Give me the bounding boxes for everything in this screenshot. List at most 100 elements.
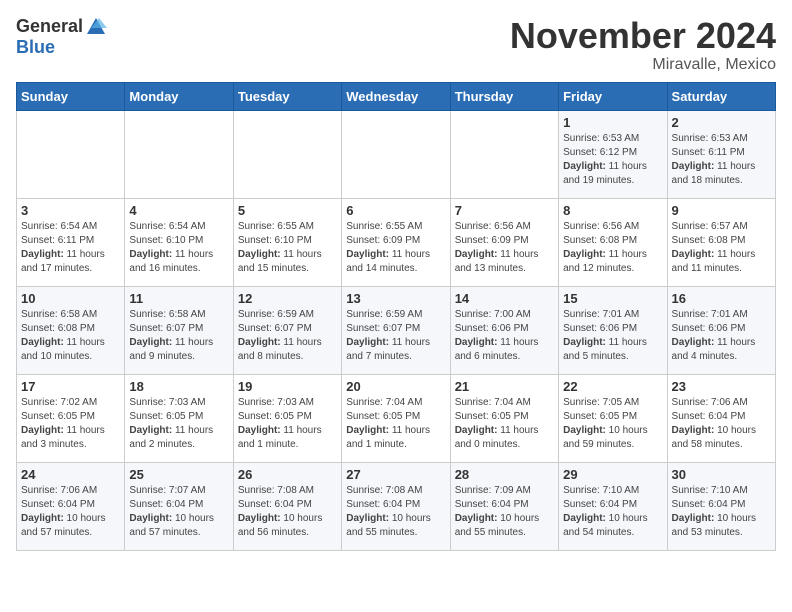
calendar-week-row: 24 Sunrise: 7:06 AMSunset: 6:04 PMDayligh… [17, 462, 776, 550]
day-info: Sunrise: 6:53 AMSunset: 6:11 PMDaylight:… [672, 132, 771, 188]
weekday-header: Friday [559, 82, 667, 110]
calendar-cell: 29 Sunrise: 7:10 AMSunset: 6:04 PMDayligh… [559, 462, 667, 550]
logo: General Blue [16, 16, 107, 58]
day-number: 12 [238, 291, 337, 306]
day-info: Sunrise: 7:03 AMSunset: 6:05 PMDaylight:… [129, 396, 228, 452]
day-info: Sunrise: 6:59 AMSunset: 6:07 PMDaylight:… [346, 308, 445, 364]
calendar-week-row: 3Sunrise: 6:54 AMSunset: 6:11 PMDaylight… [17, 198, 776, 286]
calendar-body: 1 Sunrise: 6:53 AMSunset: 6:12 PMDaylight… [17, 110, 776, 550]
calendar-cell: 5Sunrise: 6:55 AMSunset: 6:10 PMDaylight… [233, 198, 341, 286]
day-number: 2 [672, 115, 771, 130]
calendar-cell: 9Sunrise: 6:57 AMSunset: 6:08 PMDaylight… [667, 198, 775, 286]
logo-icon [85, 16, 107, 38]
calendar-cell: 14 Sunrise: 7:00 AMSunset: 6:06 PMDayligh… [450, 286, 558, 374]
day-number: 16 [672, 291, 771, 306]
day-info: Sunrise: 7:05 AMSunset: 6:05 PMDaylight:… [563, 396, 662, 452]
calendar-cell: 23 Sunrise: 7:06 AMSunset: 6:04 PMDayligh… [667, 374, 775, 462]
calendar-week-row: 1 Sunrise: 6:53 AMSunset: 6:12 PMDaylight… [17, 110, 776, 198]
calendar-table: SundayMondayTuesdayWednesdayThursdayFrid… [16, 82, 776, 551]
calendar-cell [342, 110, 450, 198]
day-info: Sunrise: 6:59 AMSunset: 6:07 PMDaylight:… [238, 308, 337, 364]
calendar-cell: 21 Sunrise: 7:04 AMSunset: 6:05 PMDayligh… [450, 374, 558, 462]
day-number: 14 [455, 291, 554, 306]
day-info: Sunrise: 6:58 AMSunset: 6:07 PMDaylight:… [129, 308, 228, 364]
logo-general: General [16, 17, 83, 37]
logo-blue: Blue [16, 37, 55, 57]
day-number: 21 [455, 379, 554, 394]
calendar-cell: 6Sunrise: 6:55 AMSunset: 6:09 PMDaylight… [342, 198, 450, 286]
day-info: Sunrise: 7:07 AMSunset: 6:04 PMDaylight:… [129, 484, 228, 540]
calendar-cell [450, 110, 558, 198]
calendar-cell: 30 Sunrise: 7:10 AMSunset: 6:04 PMDayligh… [667, 462, 775, 550]
page-header: General Blue November 2024 Miravalle, Me… [16, 16, 776, 74]
day-info: Sunrise: 7:03 AMSunset: 6:05 PMDaylight:… [238, 396, 337, 452]
day-number: 27 [346, 467, 445, 482]
day-info: Sunrise: 7:06 AMSunset: 6:04 PMDaylight:… [21, 484, 120, 540]
day-number: 1 [563, 115, 662, 130]
calendar-cell [125, 110, 233, 198]
day-number: 28 [455, 467, 554, 482]
day-info: Sunrise: 7:06 AMSunset: 6:04 PMDaylight:… [672, 396, 771, 452]
day-info: Sunrise: 6:55 AMSunset: 6:09 PMDaylight:… [346, 220, 445, 276]
day-number: 29 [563, 467, 662, 482]
location: Miravalle, Mexico [510, 56, 776, 74]
weekday-header: Saturday [667, 82, 775, 110]
day-number: 23 [672, 379, 771, 394]
weekday-header: Thursday [450, 82, 558, 110]
day-info: Sunrise: 7:01 AMSunset: 6:06 PMDaylight:… [563, 308, 662, 364]
calendar-cell: 25 Sunrise: 7:07 AMSunset: 6:04 PMDayligh… [125, 462, 233, 550]
day-info: Sunrise: 7:08 AMSunset: 6:04 PMDaylight:… [238, 484, 337, 540]
calendar-cell: 2 Sunrise: 6:53 AMSunset: 6:11 PMDaylight… [667, 110, 775, 198]
day-info: Sunrise: 7:10 AMSunset: 6:04 PMDaylight:… [563, 484, 662, 540]
day-number: 19 [238, 379, 337, 394]
day-number: 30 [672, 467, 771, 482]
calendar-cell [233, 110, 341, 198]
day-info: Sunrise: 6:56 AMSunset: 6:08 PMDaylight:… [563, 220, 662, 276]
calendar-cell: 20 Sunrise: 7:04 AMSunset: 6:05 PMDayligh… [342, 374, 450, 462]
day-info: Sunrise: 6:54 AMSunset: 6:10 PMDaylight:… [129, 220, 228, 276]
calendar-week-row: 10Sunrise: 6:58 AMSunset: 6:08 PMDayligh… [17, 286, 776, 374]
day-number: 24 [21, 467, 120, 482]
calendar-header: SundayMondayTuesdayWednesdayThursdayFrid… [17, 82, 776, 110]
calendar-cell: 12 Sunrise: 6:59 AMSunset: 6:07 PMDayligh… [233, 286, 341, 374]
day-number: 11 [129, 291, 228, 306]
calendar-cell: 28Sunrise: 7:09 AMSunset: 6:04 PMDayligh… [450, 462, 558, 550]
title-block: November 2024 Miravalle, Mexico [510, 16, 776, 74]
calendar-cell: 7Sunrise: 6:56 AMSunset: 6:09 PMDaylight… [450, 198, 558, 286]
day-info: Sunrise: 6:53 AMSunset: 6:12 PMDaylight:… [563, 132, 662, 188]
day-number: 10 [21, 291, 120, 306]
day-info: Sunrise: 7:10 AMSunset: 6:04 PMDaylight:… [672, 484, 771, 540]
day-info: Sunrise: 7:00 AMSunset: 6:06 PMDaylight:… [455, 308, 554, 364]
calendar-cell: 15 Sunrise: 7:01 AMSunset: 6:06 PMDayligh… [559, 286, 667, 374]
day-number: 5 [238, 203, 337, 218]
day-info: Sunrise: 7:04 AMSunset: 6:05 PMDaylight:… [455, 396, 554, 452]
day-number: 20 [346, 379, 445, 394]
calendar-cell: 11 Sunrise: 6:58 AMSunset: 6:07 PMDayligh… [125, 286, 233, 374]
day-number: 25 [129, 467, 228, 482]
month-title: November 2024 [510, 16, 776, 56]
day-info: Sunrise: 7:08 AMSunset: 6:04 PMDaylight:… [346, 484, 445, 540]
calendar-cell [17, 110, 125, 198]
calendar-week-row: 17 Sunrise: 7:02 AMSunset: 6:05 PMDayligh… [17, 374, 776, 462]
calendar-cell: 8Sunrise: 6:56 AMSunset: 6:08 PMDaylight… [559, 198, 667, 286]
calendar-cell: 19 Sunrise: 7:03 AMSunset: 6:05 PMDayligh… [233, 374, 341, 462]
day-number: 26 [238, 467, 337, 482]
day-number: 4 [129, 203, 228, 218]
calendar-cell: 10Sunrise: 6:58 AMSunset: 6:08 PMDayligh… [17, 286, 125, 374]
day-info: Sunrise: 7:04 AMSunset: 6:05 PMDaylight:… [346, 396, 445, 452]
calendar-cell: 22 Sunrise: 7:05 AMSunset: 6:05 PMDayligh… [559, 374, 667, 462]
day-number: 15 [563, 291, 662, 306]
calendar-cell: 16 Sunrise: 7:01 AMSunset: 6:06 PMDayligh… [667, 286, 775, 374]
day-number: 13 [346, 291, 445, 306]
weekday-header: Wednesday [342, 82, 450, 110]
day-number: 17 [21, 379, 120, 394]
weekday-header: Monday [125, 82, 233, 110]
day-info: Sunrise: 7:01 AMSunset: 6:06 PMDaylight:… [672, 308, 771, 364]
day-info: Sunrise: 7:02 AMSunset: 6:05 PMDaylight:… [21, 396, 120, 452]
day-number: 18 [129, 379, 228, 394]
weekday-header-row: SundayMondayTuesdayWednesdayThursdayFrid… [17, 82, 776, 110]
calendar-cell: 24 Sunrise: 7:06 AMSunset: 6:04 PMDayligh… [17, 462, 125, 550]
day-number: 22 [563, 379, 662, 394]
calendar-cell: 1 Sunrise: 6:53 AMSunset: 6:12 PMDaylight… [559, 110, 667, 198]
day-number: 9 [672, 203, 771, 218]
